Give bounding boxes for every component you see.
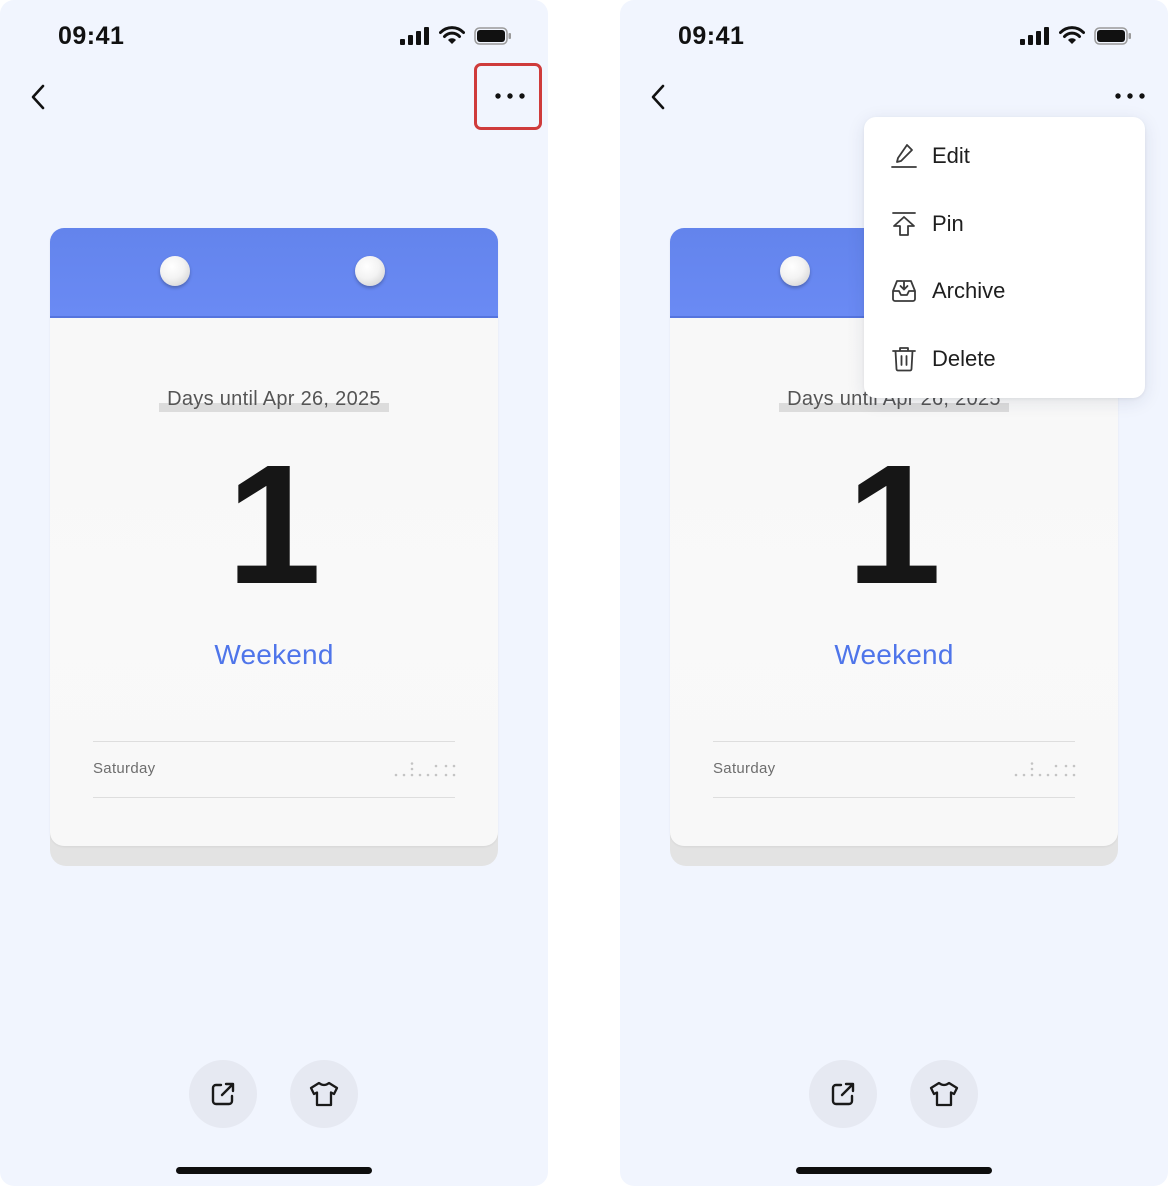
tshirt-icon: [309, 1081, 339, 1107]
decorative-dots-icon: [394, 762, 456, 777]
divider-top: [713, 741, 1075, 742]
decorative-dots-icon: [1014, 762, 1076, 777]
countdown-card[interactable]: Days until Apr 26, 2025 1 Weekend Saturd…: [50, 228, 498, 846]
trash-icon: [889, 344, 919, 374]
menu-item-label: Pin: [932, 210, 964, 236]
battery-icon: [474, 26, 511, 45]
wifi-icon: [439, 26, 465, 44]
menu-item-edit[interactable]: Edit: [864, 122, 1145, 189]
archive-icon: [889, 276, 919, 306]
battery-icon: [1094, 26, 1131, 45]
status-time: 09:41: [678, 22, 745, 50]
menu-item-delete[interactable]: Delete: [864, 325, 1145, 392]
theme-button[interactable]: [910, 1060, 978, 1128]
weekday-label: Saturday: [713, 760, 776, 777]
tap-highlight-box: [474, 63, 542, 130]
chevron-left-icon: [651, 84, 665, 110]
share-button[interactable]: [189, 1060, 257, 1128]
weekday-label: Saturday: [93, 760, 156, 777]
calendar-header: [50, 228, 498, 318]
screen-before: 09:41 Days until Apr 26, 2025 1 Weekend …: [0, 0, 548, 1186]
binder-ring-left: [160, 256, 190, 286]
more-options-button[interactable]: [1104, 70, 1156, 122]
more-horizontal-icon: [1115, 93, 1145, 99]
event-name: Weekend: [214, 639, 334, 670]
binder-ring-left: [780, 256, 810, 286]
share-external-icon: [211, 1082, 235, 1106]
menu-item-pin[interactable]: Pin: [864, 190, 1145, 257]
home-indicator: [176, 1167, 372, 1174]
target-date-label: Days until Apr 26, 2025: [50, 388, 498, 412]
pencil-icon: [889, 141, 919, 171]
status-icons: [400, 26, 512, 45]
status-time: 09:41: [58, 22, 125, 50]
home-indicator: [796, 1167, 992, 1174]
status-icons: [1020, 26, 1132, 45]
cellular-signal-icon: [400, 26, 429, 45]
share-button[interactable]: [809, 1060, 877, 1128]
binder-ring-right: [355, 256, 385, 286]
days-count: 1: [226, 430, 322, 620]
back-button[interactable]: [638, 76, 678, 118]
menu-item-archive[interactable]: Archive: [864, 257, 1145, 324]
tshirt-icon: [929, 1081, 959, 1107]
divider-top: [93, 741, 455, 742]
divider-bottom: [93, 797, 455, 798]
menu-item-label: Delete: [932, 345, 996, 371]
divider-bottom: [713, 797, 1075, 798]
menu-item-label: Edit: [932, 142, 970, 168]
screen-after: 09:41 Days until Apr 26, 2025 1 Weekend …: [620, 0, 1168, 1186]
wifi-icon: [1059, 26, 1085, 44]
chevron-left-icon: [31, 84, 45, 110]
cellular-signal-icon: [1020, 26, 1049, 45]
theme-button[interactable]: [290, 1060, 358, 1128]
share-external-icon: [831, 1082, 855, 1106]
days-count: 1: [846, 430, 942, 620]
menu-item-label: Archive: [932, 277, 1006, 303]
options-menu: Edit Pin Archive Delete: [864, 117, 1145, 398]
event-name: Weekend: [834, 639, 954, 670]
pin-top-icon: [889, 209, 919, 239]
back-button[interactable]: [18, 76, 58, 118]
